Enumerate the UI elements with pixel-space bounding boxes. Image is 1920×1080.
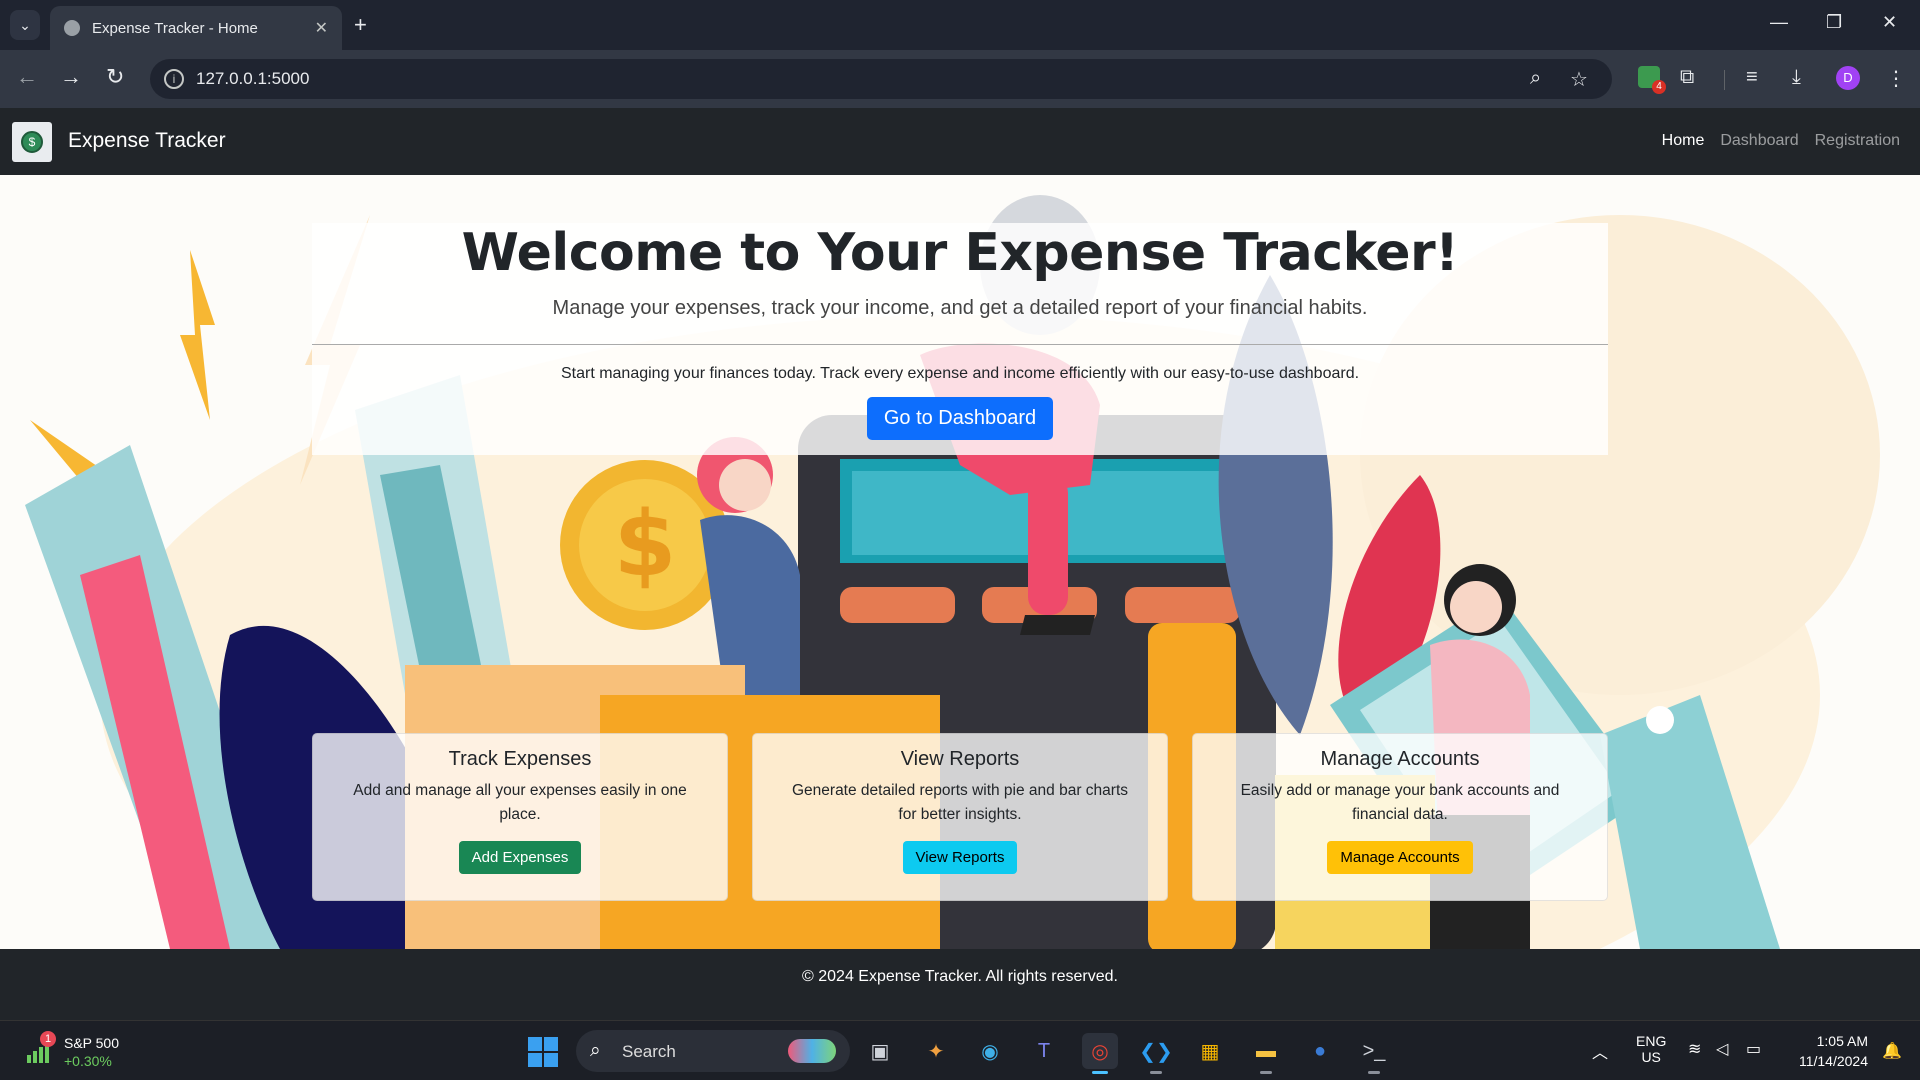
terminal-icon[interactable]: >_ xyxy=(1356,1033,1392,1074)
tab-search-button[interactable]: ⌄ xyxy=(10,10,40,40)
chevron-down-icon: ⌄ xyxy=(19,16,31,33)
hero-section: $ Welcome to Your Expense Tracker! Manag… xyxy=(0,175,1920,949)
close-tab-icon[interactable]: ✕ xyxy=(315,18,328,38)
running-indicator xyxy=(1150,1071,1162,1074)
taskbar-search[interactable]: ⌕ Search xyxy=(576,1030,850,1072)
manage-accounts-button[interactable]: Manage Accounts xyxy=(1327,841,1473,875)
chevron-up-icon[interactable]: ︿ xyxy=(1592,1039,1608,1063)
running-indicator xyxy=(1368,1071,1380,1074)
media-queue-icon[interactable]: ≡ xyxy=(1746,66,1758,89)
card-track-expenses: Track Expenses Add and manage all your e… xyxy=(312,733,728,901)
zoom-icon[interactable]: ⌕ xyxy=(1530,67,1541,90)
nav-link-dashboard[interactable]: Dashboard xyxy=(1720,132,1798,150)
file-explorer-icon[interactable]: ▬ xyxy=(1248,1033,1284,1074)
clock[interactable]: 1:05 AM 11/14/2024 xyxy=(1799,1031,1868,1071)
language-indicator[interactable]: ENG US xyxy=(1636,1033,1666,1065)
view-reports-button[interactable]: View Reports xyxy=(902,841,1018,875)
extension-icon[interactable]: 4 xyxy=(1638,66,1666,94)
hero-intro: Start managing your finances today. Trac… xyxy=(560,365,1360,382)
reload-icon[interactable]: ↻ xyxy=(106,64,124,90)
download-icon[interactable]: ⤓ xyxy=(1792,66,1801,89)
profile-avatar[interactable]: D xyxy=(1836,66,1860,90)
tab-title: Expense Tracker - Home xyxy=(92,19,258,37)
battery-icon[interactable]: ▭ xyxy=(1746,1039,1761,1059)
card-text: Easily add or manage your bank accounts … xyxy=(1240,782,1560,824)
page-title: Welcome to Your Expense Tracker! xyxy=(461,223,1459,283)
url-text: 127.0.0.1:5000 xyxy=(196,69,310,88)
card-title: Manage Accounts xyxy=(1320,748,1480,770)
region-code: US xyxy=(1641,1049,1661,1065)
brand-name[interactable]: Expense Tracker xyxy=(68,129,226,153)
site-navbar: $ Expense Tracker Home Dashboard Registr… xyxy=(0,108,1920,175)
browser-tabbar: ⌄ Expense Tracker - Home ✕ + — ❐ ✕ xyxy=(0,0,1920,50)
window-close-button[interactable]: ✕ xyxy=(1882,12,1897,33)
address-bar[interactable]: i 127.0.0.1:5000 ⌕ ☆ xyxy=(150,59,1612,99)
card-manage-accounts: Manage Accounts Easily add or manage you… xyxy=(1192,733,1608,901)
active-indicator xyxy=(1092,1071,1108,1074)
teams-icon[interactable]: T xyxy=(1026,1033,1062,1069)
copilot-icon[interactable]: ✦ xyxy=(918,1033,954,1069)
wifi-icon[interactable]: ≋ xyxy=(1688,1039,1701,1059)
card-text: Add and manage all your expenses easily … xyxy=(353,782,687,824)
card-title: Track Expenses xyxy=(448,748,592,770)
stock-name: S&P 500 xyxy=(64,1035,120,1051)
chrome-icon[interactable]: ◎ xyxy=(1082,1033,1118,1074)
language-code: ENG xyxy=(1636,1033,1667,1049)
hero-divider xyxy=(312,344,1608,345)
edge-icon[interactable]: ◉ xyxy=(972,1033,1008,1069)
running-indicator xyxy=(1260,1071,1272,1074)
card-title: View Reports xyxy=(900,748,1020,770)
add-expenses-button[interactable]: Add Expenses xyxy=(458,841,582,875)
restore-button[interactable]: ❐ xyxy=(1826,12,1842,33)
search-icon: ⌕ xyxy=(590,1040,601,1061)
svg-text:$: $ xyxy=(614,492,677,597)
task-view-icon[interactable]: ▣ xyxy=(862,1033,898,1069)
go-to-dashboard-button[interactable]: Go to Dashboard xyxy=(866,397,1054,440)
puzzle-extensions-icon[interactable]: ⧉ xyxy=(1680,66,1694,89)
site-info-icon[interactable]: i xyxy=(164,69,184,89)
nav-links: Home Dashboard Registration xyxy=(1662,132,1900,150)
search-highlight-icon xyxy=(788,1039,836,1063)
store-icon[interactable]: ▦ xyxy=(1192,1033,1228,1069)
clock-time: 1:05 AM xyxy=(1816,1033,1868,1049)
nav-link-registration[interactable]: Registration xyxy=(1815,132,1900,150)
card-text: Generate detailed reports with pie and b… xyxy=(791,782,1129,824)
menu-kebab-icon[interactable]: ⋮ xyxy=(1886,66,1906,91)
welcome-jumbotron: Welcome to Your Expense Tracker! Manage … xyxy=(312,223,1608,455)
minimize-button[interactable]: — xyxy=(1770,12,1788,33)
clock-date: 11/14/2024 xyxy=(1798,1053,1868,1069)
new-tab-button[interactable]: + xyxy=(354,12,367,38)
site-footer: © 2024 Expense Tracker. All rights reser… xyxy=(0,949,1920,1020)
brand-logo[interactable]: $ xyxy=(12,122,52,162)
forward-arrow-icon[interactable]: → xyxy=(60,64,82,90)
dell-icon[interactable]: ● xyxy=(1302,1033,1338,1069)
toolbar-divider xyxy=(1724,70,1725,90)
footer-copyright: © 2024 Expense Tracker. All rights reser… xyxy=(802,968,1118,985)
vscode-icon[interactable]: ❮❯ xyxy=(1138,1033,1174,1074)
browser-toolbar: ← → ↻ i 127.0.0.1:5000 ⌕ ☆ 4 ⧉ ≡ ⤓ D ⋮ xyxy=(0,50,1920,108)
stock-change: +0.30% xyxy=(64,1053,112,1069)
back-arrow-icon[interactable]: ← xyxy=(16,64,38,90)
search-label: Search xyxy=(622,1042,676,1061)
nav-link-home[interactable]: Home xyxy=(1662,132,1705,150)
bookmark-star-icon[interactable]: ☆ xyxy=(1570,67,1588,92)
globe-icon xyxy=(64,20,80,36)
volume-icon[interactable]: ◁ xyxy=(1716,1039,1728,1059)
browser-tab-active[interactable]: Expense Tracker - Home ✕ xyxy=(50,6,342,50)
coin-logo-icon: $ xyxy=(21,131,43,153)
notification-bell-icon[interactable]: 🔔 xyxy=(1882,1041,1902,1061)
card-view-reports: View Reports Generate detailed reports w… xyxy=(752,733,1168,901)
windows-taskbar: 1 S&P 500 +0.30% ⌕ Search ▣ ✦ ◉ T ◎ ❮❯ ▦… xyxy=(0,1020,1920,1080)
notification-badge: 1 xyxy=(40,1031,56,1047)
extension-badge-count: 4 xyxy=(1652,80,1666,94)
windows-start-icon[interactable] xyxy=(528,1037,558,1067)
hero-lead: Manage your expenses, track your income,… xyxy=(552,297,1368,319)
